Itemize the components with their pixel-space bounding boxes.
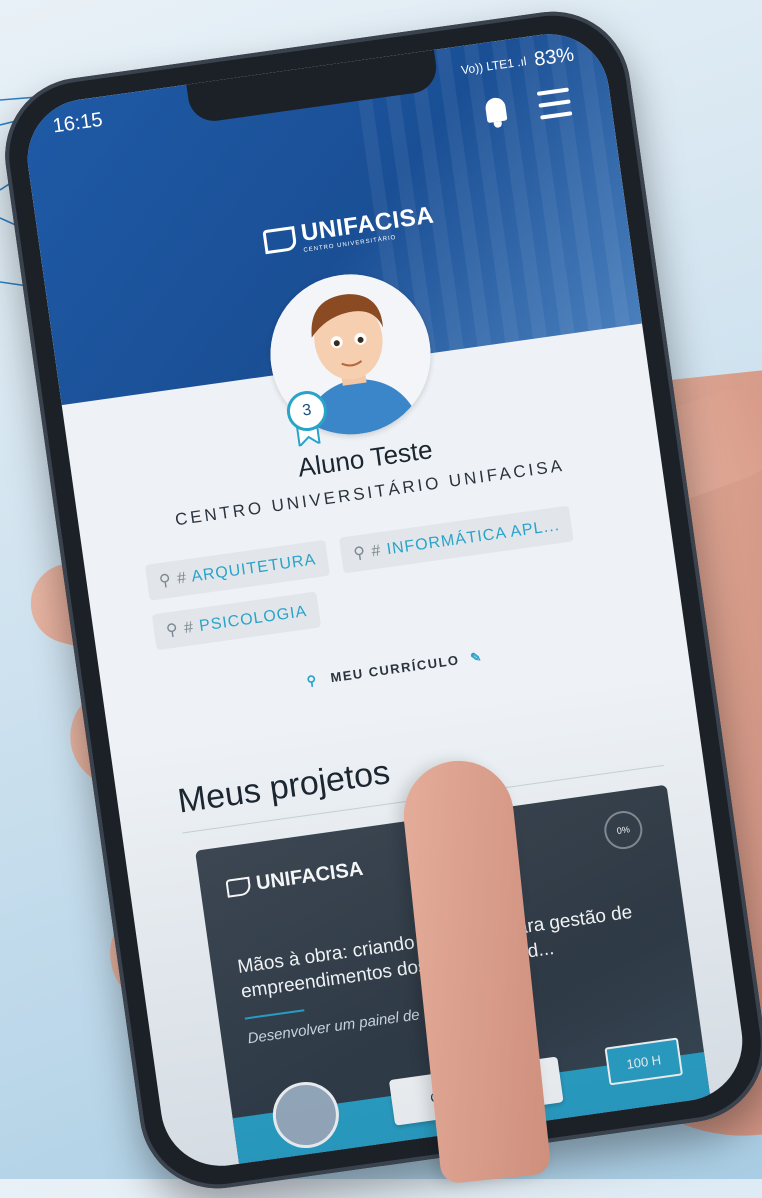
course-tag[interactable]: ⚲ # ARQUITETURA [144, 539, 331, 601]
project-progress: 0% [601, 808, 645, 852]
course-tag-label: ARQUITETURA [190, 551, 318, 586]
status-signal: Vo)) LTE1 .ıl [460, 54, 528, 78]
ribbon-icon: ⚲ # [158, 568, 193, 591]
pencil-icon[interactable]: ✎ [469, 649, 483, 666]
menu-icon[interactable] [536, 87, 573, 120]
logo-mark-icon [262, 226, 298, 255]
phone: 16:15 Vo)) LTE1 .ıl 83% UNIFACISA CENTRO… [0, 1, 762, 1198]
card-logo-text: UNIFACISA [254, 857, 365, 895]
course-tag[interactable]: ⚲ # INFORMÁTICA APL... [339, 505, 574, 574]
bell-icon[interactable] [481, 96, 511, 129]
scene: 16:15 Vo)) LTE1 .ıl 83% UNIFACISA CENTRO… [0, 0, 762, 1198]
course-tag-label: INFORMÁTICA APL... [385, 517, 561, 559]
logo-mark-icon [225, 876, 252, 898]
card-divider [244, 1009, 305, 1020]
curriculum-label: MEU CURRÍCULO [329, 652, 461, 686]
course-tag-label: PSICOLOGIA [198, 603, 309, 636]
status-battery: 83% [532, 43, 576, 71]
card-logo: UNIFACISA [225, 858, 365, 900]
ribbon-icon: ⚲ # [352, 541, 389, 563]
projects-section-title: Meus projetos [175, 753, 393, 821]
ribbon-icon: ⚲ [305, 672, 319, 689]
ribbon-icon: ⚲ # [165, 618, 201, 640]
course-tag[interactable]: ⚲ # PSICOLOGIA [151, 591, 322, 651]
